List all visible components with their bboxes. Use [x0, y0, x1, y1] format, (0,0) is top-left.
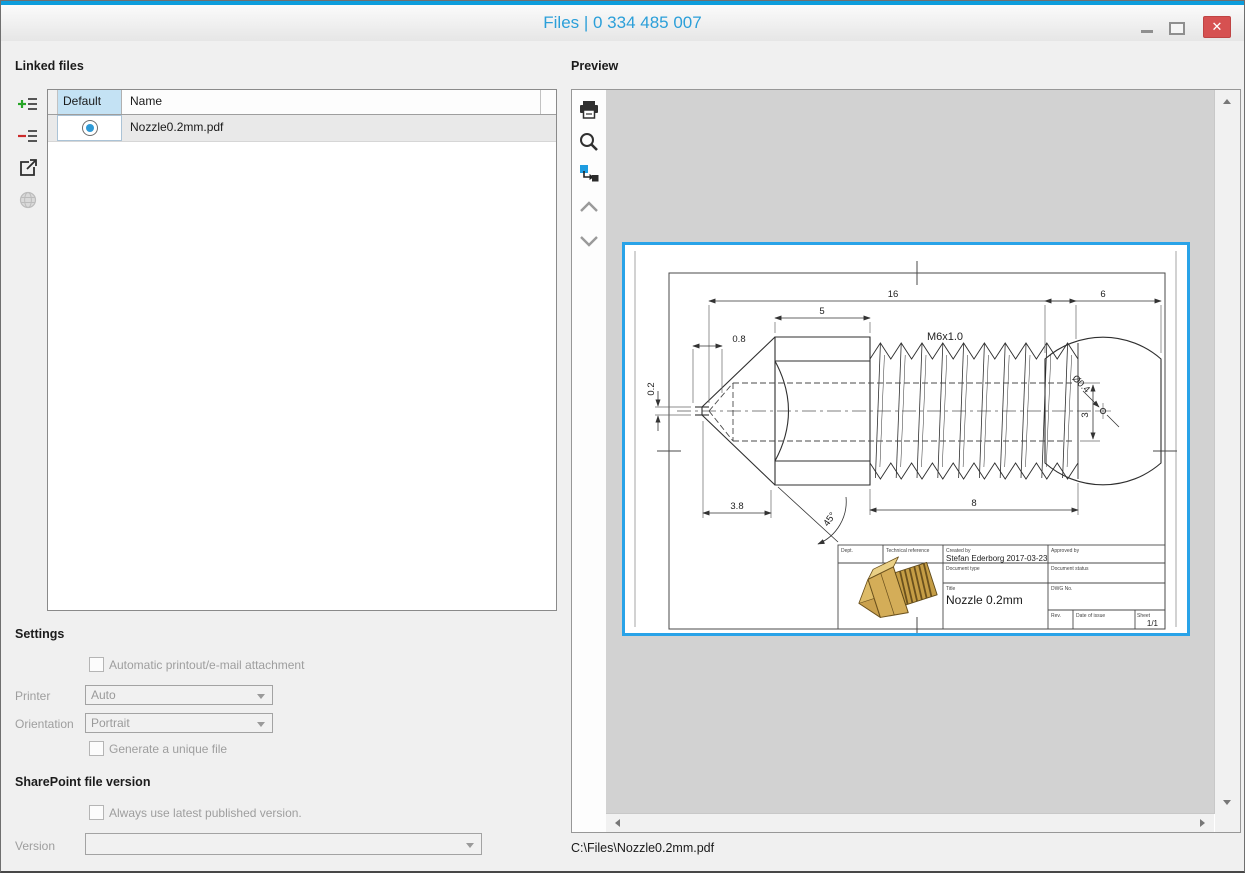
dim-orifice-height: 0.2	[646, 382, 657, 395]
column-header-name[interactable]: Name	[122, 90, 541, 114]
file-name-cell[interactable]: Nozzle0.2mm.pdf	[122, 115, 556, 141]
tb-created-by-value: Stefan Ederborg 2017-03-23	[946, 554, 1048, 563]
tb-sheet-value: 1/1	[1147, 619, 1159, 628]
column-header-default[interactable]: Default	[58, 90, 122, 114]
dim-cone: 3.8	[730, 501, 743, 512]
page-down-button[interactable]	[577, 228, 601, 252]
dim-cylinder: 5	[819, 306, 824, 317]
preview-toolbar	[572, 90, 607, 832]
dim-angle: 45°	[821, 510, 838, 528]
scroll-right-arrow-icon[interactable]	[1200, 819, 1205, 827]
version-select[interactable]	[85, 833, 482, 855]
settings-header: Settings	[15, 627, 64, 641]
vertical-scrollbar[interactable]	[1214, 90, 1240, 814]
auto-print-checkbox[interactable]	[89, 657, 104, 672]
scroll-up-arrow-icon[interactable]	[1223, 99, 1231, 104]
chevron-down-icon	[257, 694, 265, 699]
tb-tech-ref: Technical reference	[886, 548, 930, 554]
default-radio[interactable]	[82, 120, 98, 136]
version-label: Version	[15, 839, 55, 853]
auto-print-label: Automatic printout/e-mail attachment	[109, 658, 304, 672]
dim-thread-length: 8	[971, 498, 976, 509]
page-up-button[interactable]	[577, 196, 601, 220]
unique-file-checkbox[interactable]	[89, 741, 104, 756]
tb-date-of-issue: Date of issue	[1076, 613, 1105, 619]
scroll-left-arrow-icon[interactable]	[615, 819, 620, 827]
add-file-button[interactable]	[17, 93, 39, 115]
chevron-down-icon	[466, 843, 474, 848]
titlebar-accent-strip	[1, 1, 1244, 5]
dim-end-width: 6	[1100, 289, 1105, 300]
orientation-value: Portrait	[91, 716, 130, 730]
open-web-button[interactable]	[17, 189, 39, 211]
dim-tip: 0.8	[732, 334, 745, 345]
table-header-gutter	[48, 90, 58, 114]
dim-orifice-dia: Ø0.4	[1070, 373, 1092, 395]
default-radio-cell[interactable]	[57, 115, 122, 141]
remove-file-button[interactable]	[17, 125, 39, 147]
tb-dept: Dept.	[841, 548, 853, 554]
row-gutter	[48, 115, 57, 141]
scrollbar-corner	[1215, 814, 1240, 832]
unique-file-label: Generate a unique file	[109, 742, 227, 756]
files-dialog: Files | 0 334 485 007 ✕ Linked files	[0, 0, 1245, 873]
technical-drawing: 16 5 0.8 0.2 3.8 45° 8 3 6 Ø0.4 M6x1.0	[625, 245, 1187, 633]
print-icon	[577, 98, 601, 122]
printer-value: Auto	[91, 688, 116, 702]
nozzle-3d-render	[849, 549, 940, 626]
latest-version-label: Always use latest published version.	[109, 806, 302, 820]
chevron-down-icon	[257, 722, 265, 727]
tb-title-value: Nozzle 0.2mm	[946, 593, 1023, 607]
orientation-label: Orientation	[15, 717, 74, 731]
tb-approved-by: Approved by	[1051, 548, 1080, 554]
thread-spec: M6x1.0	[927, 331, 963, 343]
open-external-button[interactable]	[17, 157, 39, 179]
zoom-button[interactable]	[577, 130, 601, 154]
table-row[interactable]: Nozzle0.2mm.pdf	[48, 115, 556, 142]
preview-file-path: C:\Files\Nozzle0.2mm.pdf	[571, 841, 714, 855]
linked-files-header: Linked files	[15, 59, 84, 73]
window-titlebar: Files | 0 334 485 007 ✕	[1, 1, 1244, 41]
window-title: Files | 0 334 485 007	[1, 13, 1244, 33]
remove-file-icon	[17, 125, 39, 147]
pdf-page: 16 5 0.8 0.2 3.8 45° 8 3 6 Ø0.4 M6x1.0	[622, 242, 1190, 636]
tb-title-label: Title	[946, 586, 955, 592]
horizontal-scrollbar[interactable]	[606, 813, 1214, 832]
table-header-spacer	[541, 90, 556, 114]
preview-viewport: 16 5 0.8 0.2 3.8 45° 8 3 6 Ø0.4 M6x1.0	[606, 90, 1214, 814]
latest-version-checkbox[interactable]	[89, 805, 104, 820]
orientation-select[interactable]: Portrait	[85, 713, 273, 733]
open-external-icon	[17, 157, 39, 179]
scroll-down-arrow-icon[interactable]	[1223, 800, 1231, 805]
table-header-row: Default Name	[48, 90, 556, 115]
printer-label: Printer	[15, 689, 50, 703]
minimize-button[interactable]	[1141, 30, 1153, 33]
fit-to-window-icon	[577, 162, 601, 186]
dim-overall: 16	[888, 289, 899, 300]
globe-icon	[17, 189, 39, 211]
print-button[interactable]	[577, 98, 601, 122]
preview-header: Preview	[571, 59, 618, 73]
maximize-button[interactable]	[1169, 22, 1185, 35]
radio-selected-dot	[86, 124, 94, 132]
magnifier-icon	[577, 130, 601, 154]
add-file-icon	[17, 93, 39, 115]
fit-to-window-button[interactable]	[577, 162, 601, 186]
close-button[interactable]: ✕	[1203, 16, 1231, 38]
chevron-up-icon	[577, 196, 601, 220]
sharepoint-header: SharePoint file version	[15, 775, 150, 789]
tb-doc-status: Document status	[1051, 566, 1089, 572]
dim-bore: 3	[1080, 412, 1091, 417]
chevron-down-icon	[577, 228, 601, 252]
printer-select[interactable]: Auto	[85, 685, 273, 705]
tb-dwg-no: DWG No.	[1051, 586, 1072, 592]
tb-doc-type: Document type	[946, 566, 980, 572]
linked-files-table: Default Name Nozzle0.2mm.pdf	[47, 89, 557, 611]
preview-panel: 16 5 0.8 0.2 3.8 45° 8 3 6 Ø0.4 M6x1.0	[571, 89, 1241, 833]
tb-rev: Rev.	[1051, 613, 1061, 619]
